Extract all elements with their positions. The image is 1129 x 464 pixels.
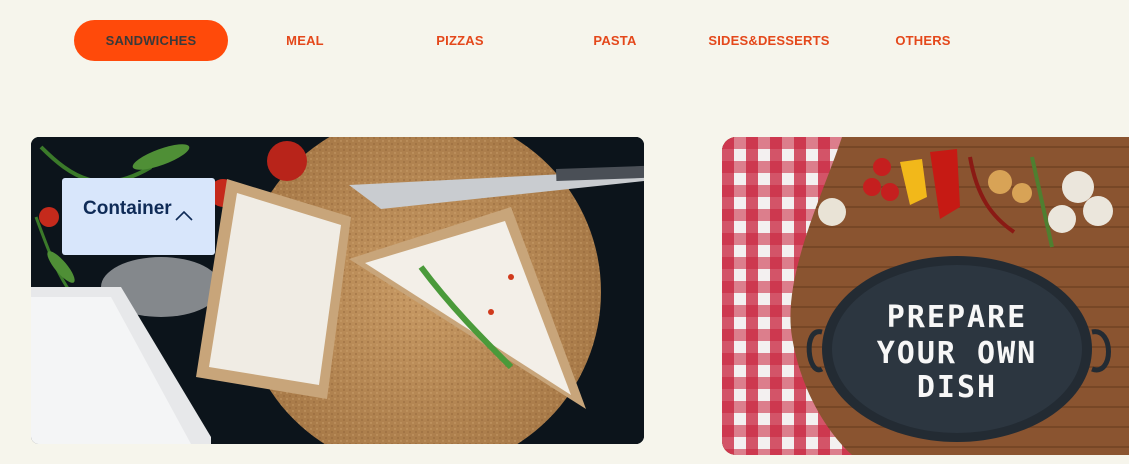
prepare-dish-card[interactable]: PREPARE YOUR OWN DISH — [722, 137, 1129, 455]
tab-meal[interactable]: MEAL — [262, 20, 348, 61]
promo-line-2: YOUR OWN — [877, 336, 1038, 371]
category-nav: SANDWICHES MEAL PIZZAS PASTA SIDES&DESSE… — [0, 0, 1129, 80]
promo-line-1: PREPARE — [887, 300, 1027, 335]
tab-sandwiches[interactable]: SANDWICHES — [74, 20, 228, 61]
prepare-your-own-dish-photo: PREPARE YOUR OWN DISH — [722, 137, 1129, 455]
container-label-box[interactable]: Container — [62, 178, 215, 255]
tab-others[interactable]: OTHERS — [880, 20, 966, 61]
tab-pasta[interactable]: PASTA — [570, 20, 660, 61]
promo-line-3: DISH — [917, 370, 997, 405]
tab-pizzas[interactable]: PIZZAS — [414, 20, 506, 61]
chevron-up-icon[interactable] — [175, 208, 193, 226]
tab-sides-desserts[interactable]: SIDES&DESSERTS — [700, 20, 838, 61]
container-label: Container — [83, 198, 172, 219]
